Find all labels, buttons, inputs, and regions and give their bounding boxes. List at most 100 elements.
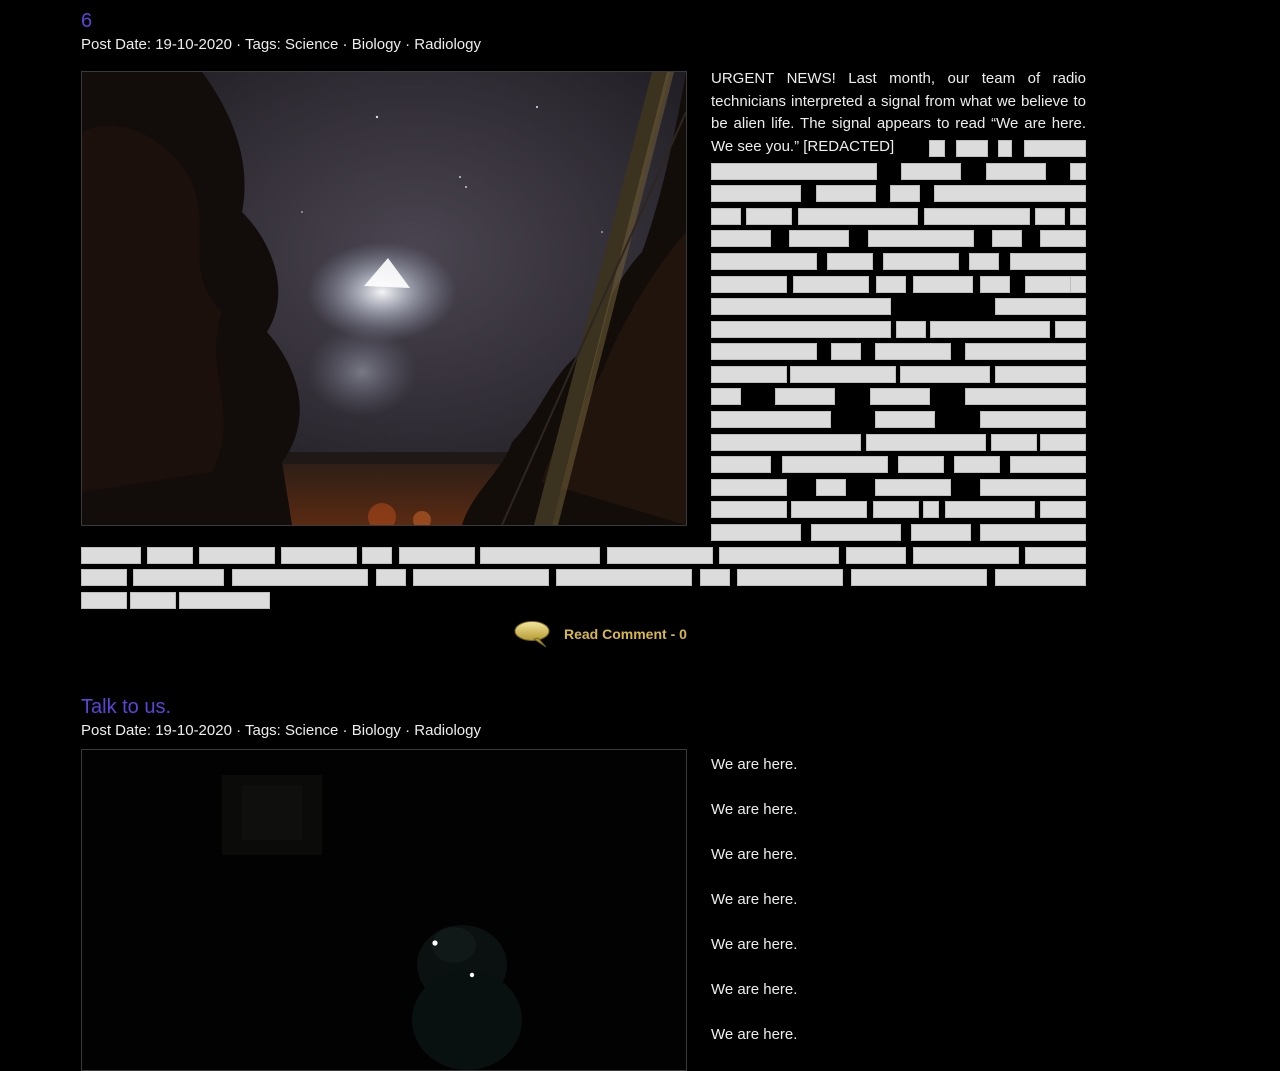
redaction-bar bbox=[816, 185, 876, 202]
body-line: We are here. bbox=[711, 800, 798, 818]
redaction-bar bbox=[965, 343, 1086, 360]
blog-post: 6 Post Date: 19-10-2020 · Tags: Science … bbox=[81, 8, 1086, 648]
redaction-bar bbox=[81, 569, 127, 586]
redaction-bar bbox=[1070, 208, 1086, 225]
redaction-bar bbox=[1040, 230, 1086, 247]
redaction-bar bbox=[719, 547, 839, 564]
redaction-bar bbox=[711, 479, 787, 496]
redaction-bar bbox=[870, 388, 930, 405]
redaction-bar bbox=[875, 479, 951, 496]
tag-separator: · bbox=[338, 36, 352, 53]
redaction-bar bbox=[711, 456, 771, 473]
post-title-link[interactable]: 6 bbox=[81, 8, 1086, 34]
redaction-bar bbox=[711, 388, 741, 405]
redaction-bar bbox=[376, 569, 406, 586]
redaction-bar bbox=[133, 569, 224, 586]
body-line: We are here. bbox=[711, 935, 798, 953]
redaction-bar bbox=[991, 434, 1037, 451]
redaction-bar bbox=[81, 547, 141, 564]
redaction-bar bbox=[711, 298, 891, 315]
redaction-bar bbox=[147, 547, 193, 564]
post-meta: Post Date: 19-10-2020 · Tags: Science · … bbox=[81, 34, 1086, 56]
redaction-bar bbox=[711, 411, 831, 428]
redaction-bar bbox=[980, 411, 1086, 428]
post-title-link[interactable]: Talk to us. bbox=[81, 694, 1086, 720]
redaction-bar bbox=[1010, 253, 1086, 270]
body-line: We are here. bbox=[711, 756, 798, 773]
redaction-bar bbox=[700, 569, 730, 586]
redaction-bar bbox=[81, 592, 127, 609]
tag-link-biology[interactable]: Biology bbox=[352, 722, 401, 739]
redaction-bar bbox=[1055, 321, 1086, 338]
redaction-bar bbox=[934, 185, 1086, 202]
redaction-bar bbox=[711, 163, 877, 180]
redaction-bar bbox=[199, 547, 275, 564]
tag-link-science[interactable]: Science bbox=[285, 36, 338, 53]
redaction-bar bbox=[896, 321, 926, 338]
speech-bubble-icon bbox=[514, 621, 550, 648]
post-image-dark-figure bbox=[81, 749, 687, 1071]
redaction-bar bbox=[711, 208, 741, 225]
redaction-bar bbox=[1010, 456, 1086, 473]
redaction-bar bbox=[711, 276, 787, 293]
tag-link-radiology[interactable]: Radiology bbox=[414, 36, 481, 53]
redaction-bar bbox=[775, 388, 835, 405]
blog-post: Talk to us. Post Date: 19-10-2020 · Tags… bbox=[81, 694, 1086, 1071]
redaction-bar bbox=[911, 524, 971, 541]
redaction-bar bbox=[1040, 434, 1086, 451]
redaction-bar bbox=[980, 524, 1086, 541]
redaction-bar bbox=[399, 547, 475, 564]
redaction-bar bbox=[711, 185, 801, 202]
body-line: We are here. bbox=[711, 890, 798, 908]
redaction-bar bbox=[811, 524, 901, 541]
redaction-bar bbox=[1040, 501, 1086, 518]
post-date: Post Date: 19-10-2020 · Tags: bbox=[81, 36, 286, 53]
read-comment-label: Read Comment - 0 bbox=[564, 626, 687, 642]
tag-link-radiology[interactable]: Radiology bbox=[414, 722, 481, 739]
post-date: Post Date: 19-10-2020 · Tags: bbox=[81, 722, 286, 739]
redaction-bar bbox=[746, 208, 792, 225]
redaction-bar bbox=[868, 230, 974, 247]
redaction-bar bbox=[1070, 163, 1086, 180]
redaction-bar bbox=[980, 276, 1010, 293]
post-meta: Post Date: 19-10-2020 · Tags: Science · … bbox=[81, 720, 1086, 742]
tag-link-science[interactable]: Science bbox=[285, 722, 338, 739]
redaction-bar bbox=[954, 456, 1000, 473]
redaction-bar bbox=[480, 547, 600, 564]
redaction-bar bbox=[876, 276, 906, 293]
redaction-bar bbox=[789, 230, 849, 247]
redaction-bar bbox=[798, 208, 918, 225]
redaction-bar bbox=[890, 185, 920, 202]
redaction-bar bbox=[873, 501, 919, 518]
redaction-bar bbox=[737, 569, 843, 586]
redaction-bar bbox=[827, 253, 873, 270]
redaction-bar bbox=[883, 253, 959, 270]
redaction-bar bbox=[1024, 140, 1086, 157]
read-comment-link[interactable]: Read Comment - 0 bbox=[514, 620, 687, 648]
tag-separator: · bbox=[338, 722, 352, 739]
body-line: We are here. bbox=[711, 845, 798, 863]
redaction-bar bbox=[711, 366, 787, 383]
redaction-bar bbox=[866, 434, 986, 451]
redaction-bar bbox=[995, 569, 1086, 586]
redaction-bar bbox=[998, 140, 1012, 157]
redaction-bar bbox=[711, 501, 787, 518]
redaction-bar bbox=[956, 140, 988, 157]
redaction-bar bbox=[782, 456, 888, 473]
redaction-bar bbox=[875, 411, 935, 428]
tag-link-biology[interactable]: Biology bbox=[352, 36, 401, 53]
redaction-bar bbox=[831, 343, 861, 360]
redaction-bar bbox=[986, 163, 1046, 180]
redaction-bar bbox=[790, 366, 896, 383]
redaction-bar bbox=[607, 547, 713, 564]
redaction-bar bbox=[232, 569, 368, 586]
tag-separator: · bbox=[400, 722, 415, 739]
redaction-bar bbox=[1025, 276, 1071, 293]
redaction-bar bbox=[965, 388, 1086, 405]
redaction-bar bbox=[711, 230, 771, 247]
redaction-bar bbox=[901, 163, 961, 180]
redaction-bar bbox=[846, 547, 906, 564]
redaction-bar bbox=[875, 343, 951, 360]
redaction-bar bbox=[362, 547, 392, 564]
redaction-bar bbox=[816, 479, 846, 496]
